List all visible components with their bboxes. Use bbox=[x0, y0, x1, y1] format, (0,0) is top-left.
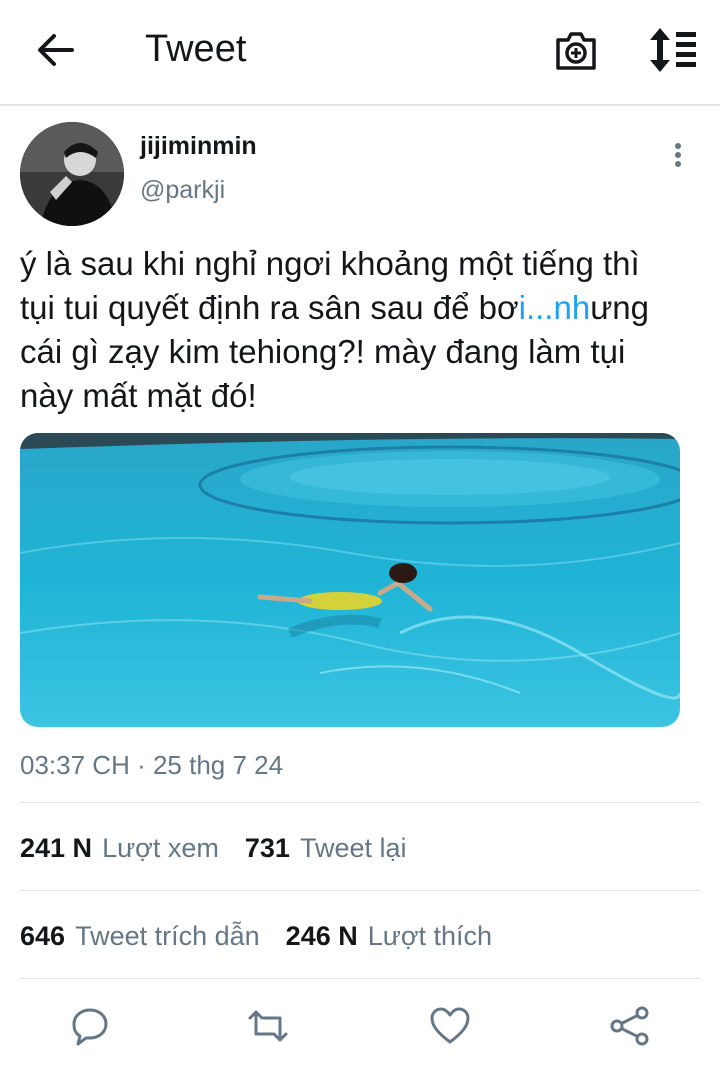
user-handle[interactable]: @parkji bbox=[140, 176, 225, 205]
tweet-text-line: tụi tui quyết định ra sân sau để bơi...n… bbox=[20, 289, 649, 326]
tweet-text: ý là sau khi nghỉ ngơi khoảng một tiếng … bbox=[20, 242, 710, 418]
stats-row-views-retweets: 241 N Lượt xem 731 Tweet lại bbox=[20, 833, 433, 864]
likes-label[interactable]: Lượt thích bbox=[368, 921, 492, 951]
page-title: Tweet bbox=[145, 28, 247, 70]
divider bbox=[20, 802, 700, 803]
share-icon[interactable] bbox=[608, 1004, 652, 1048]
retweets-count[interactable]: 731 bbox=[245, 833, 290, 863]
highlighted-text[interactable]: i...nh bbox=[519, 289, 591, 326]
more-options-icon[interactable] bbox=[666, 140, 690, 172]
like-icon[interactable] bbox=[428, 1004, 472, 1048]
tweet-text-line: cái gì zạy kim tehiong?! mày đang làm tụ… bbox=[20, 333, 626, 370]
quotes-label[interactable]: Tweet trích dẫn bbox=[75, 921, 260, 951]
views-count: 241 N bbox=[20, 833, 93, 863]
tweet-action-bar bbox=[0, 1000, 720, 1060]
sort-list-icon[interactable] bbox=[646, 26, 698, 74]
display-name[interactable]: jijiminmin bbox=[140, 132, 257, 161]
quotes-count[interactable]: 646 bbox=[20, 921, 65, 951]
reply-icon[interactable] bbox=[68, 1004, 112, 1048]
stats-row-quotes-likes: 646 Tweet trích dẫn 246 N Lượt thích bbox=[20, 921, 518, 952]
camera-plus-icon[interactable] bbox=[554, 28, 598, 72]
divider bbox=[20, 978, 700, 979]
views-label: Lượt xem bbox=[102, 833, 219, 863]
tweet-timestamp: 03:37 CH · 25 thg 7 24 bbox=[20, 750, 284, 780]
divider bbox=[20, 890, 700, 891]
retweets-label[interactable]: Tweet lại bbox=[300, 833, 407, 863]
avatar[interactable] bbox=[20, 122, 124, 226]
tweet-text-line: này mất mặt đó! bbox=[20, 377, 257, 414]
back-arrow-icon[interactable] bbox=[36, 30, 76, 70]
retweet-icon[interactable] bbox=[246, 1004, 290, 1048]
top-app-bar: Tweet bbox=[0, 0, 720, 106]
likes-count[interactable]: 246 N bbox=[286, 921, 358, 951]
tweet-photo[interactable] bbox=[20, 433, 680, 727]
tweet-text-line: ý là sau khi nghỉ ngơi khoảng một tiếng … bbox=[20, 245, 640, 282]
